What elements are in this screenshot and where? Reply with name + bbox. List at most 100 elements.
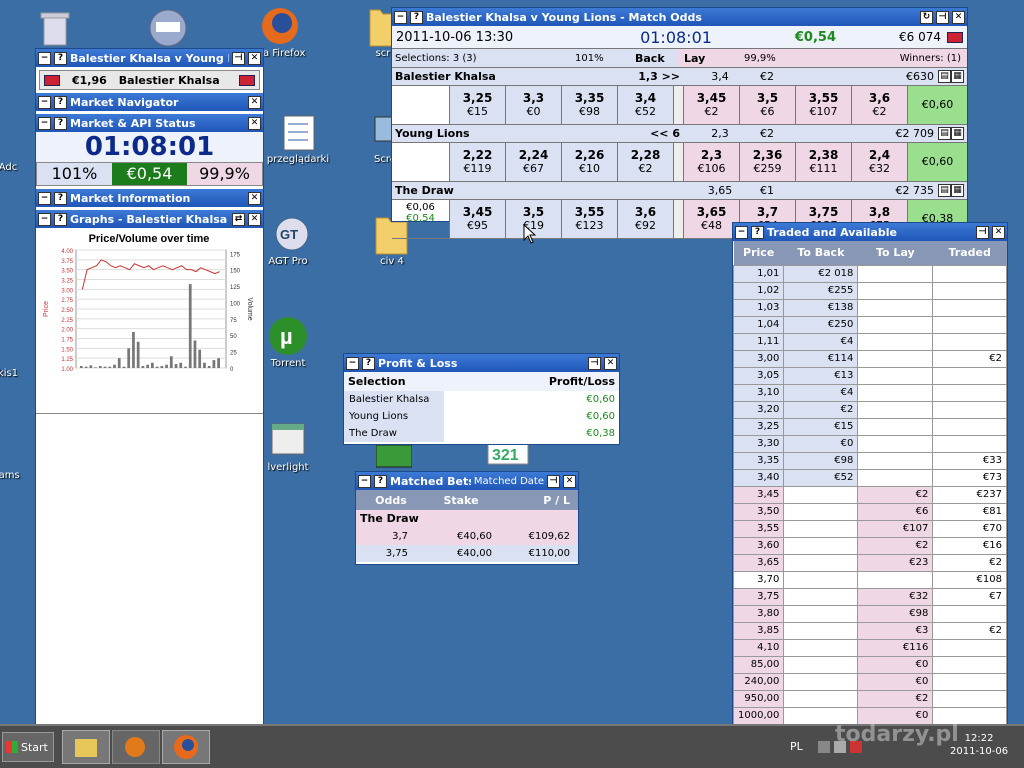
close-icon[interactable]: ✕ bbox=[248, 212, 261, 226]
help-icon[interactable]: ? bbox=[54, 212, 67, 226]
lay-price-cell[interactable]: 3,5 €6 bbox=[740, 86, 796, 124]
matched-date-toggle[interactable]: Matched Date bbox=[474, 476, 544, 487]
pin-icon[interactable]: ⇄ bbox=[232, 212, 245, 226]
pin-icon[interactable]: ⊣ bbox=[547, 474, 560, 488]
traded-row[interactable]: 3,20 €2 bbox=[733, 400, 1007, 419]
lay-price-cell[interactable]: 2,3 €106 bbox=[684, 143, 740, 181]
traded-row[interactable]: 3,30 €0 bbox=[733, 434, 1007, 453]
close-icon[interactable]: ✕ bbox=[248, 191, 261, 205]
back-price-cell[interactable]: 3,55 €123 bbox=[562, 200, 618, 238]
minimize-icon[interactable]: − bbox=[38, 51, 51, 65]
language-indicator[interactable]: PL bbox=[790, 740, 803, 753]
help-icon[interactable]: ? bbox=[362, 356, 375, 370]
pin-icon[interactable]: ⊣ bbox=[936, 10, 949, 24]
lay-price-cell[interactable]: 2,36 €259 bbox=[740, 143, 796, 181]
back-price-cell[interactable]: 2,24 €67 bbox=[506, 143, 562, 181]
minimize-icon[interactable]: − bbox=[38, 95, 51, 109]
traded-row[interactable]: 1,03 €138 bbox=[733, 298, 1007, 317]
pl-titlebar[interactable]: − ? Profit & Loss ⊣ ✕ bbox=[344, 354, 619, 372]
pin-icon[interactable]: ⊣ bbox=[976, 225, 989, 239]
back-price-cell[interactable]: 2,26 €10 bbox=[562, 143, 618, 181]
start-button[interactable]: Start bbox=[2, 732, 54, 762]
traded-row[interactable]: 3,25 €15 bbox=[733, 417, 1007, 436]
traded-row[interactable]: 3,65 €23 €2 bbox=[733, 553, 1007, 572]
left-panel-titlebar[interactable]: − ? Balestier Khalsa v Young Lions ⊣ ✕ bbox=[36, 49, 263, 67]
ladder-icon[interactable]: ▦ bbox=[951, 127, 964, 140]
traded-row[interactable]: 1,01 €2 018 bbox=[733, 264, 1007, 283]
back-price-cell[interactable]: 3,3 €0 bbox=[506, 86, 562, 124]
minimize-icon[interactable]: − bbox=[346, 356, 359, 370]
traded-row[interactable]: 3,10 €4 bbox=[733, 383, 1007, 402]
help-icon[interactable]: ? bbox=[54, 191, 67, 205]
mb-row[interactable]: 3,7 €40,60 €109,62 bbox=[356, 528, 578, 545]
close-icon[interactable]: ✕ bbox=[248, 51, 261, 65]
traded-row[interactable]: 1,11 €4 bbox=[733, 332, 1007, 351]
close-icon[interactable]: ✕ bbox=[604, 356, 617, 370]
desktop-icon-kis[interactable]: kis1 bbox=[0, 368, 36, 379]
runner-header[interactable]: Balestier Khalsa 1,3 >> 3,4 €2 €630 ▤ ▦ bbox=[392, 68, 967, 86]
back-price-cell[interactable]: 3,6 €92 bbox=[618, 200, 674, 238]
graphs-titlebar[interactable]: − ? Graphs - Balestier Khalsa ⇄ ✕ bbox=[36, 210, 263, 228]
lay-price-cell[interactable]: 3,6 €2 bbox=[852, 86, 908, 124]
traded-row[interactable]: 3,00 €114 €2 bbox=[733, 349, 1007, 368]
minimize-icon[interactable]: − bbox=[38, 191, 51, 205]
minimize-icon[interactable]: − bbox=[38, 116, 51, 130]
traded-row[interactable]: 3,55 €107 €70 bbox=[733, 519, 1007, 538]
market-info-titlebar[interactable]: − ? Market Information ✕ bbox=[36, 189, 263, 207]
traded-row[interactable]: 3,80 €98 bbox=[733, 604, 1007, 623]
traded-titlebar[interactable]: − ? Traded and Available ⊣ ✕ bbox=[733, 223, 1007, 241]
help-icon[interactable]: ? bbox=[374, 474, 387, 488]
close-icon[interactable]: ✕ bbox=[992, 225, 1005, 239]
lay-price-cell[interactable]: 3,45 €2 bbox=[684, 86, 740, 124]
runner-header[interactable]: The Draw 3,65 €1 €2 735 ▤ ▦ bbox=[392, 182, 967, 200]
desktop-icon-adc[interactable]: Adc bbox=[0, 162, 36, 173]
traded-row[interactable]: 3,05 €13 bbox=[733, 366, 1007, 385]
traded-row[interactable]: 3,70 €108 bbox=[733, 570, 1007, 589]
traded-row[interactable]: 85,00 €0 bbox=[733, 655, 1007, 674]
clock[interactable]: 12:22 2011-10-06 bbox=[950, 732, 1008, 758]
help-icon[interactable]: ? bbox=[410, 10, 423, 24]
traded-row[interactable]: 3,50 €6 €81 bbox=[733, 502, 1007, 521]
traded-row[interactable]: 4,10 €116 bbox=[733, 638, 1007, 657]
lay-price-cell[interactable]: 3,55 €107 bbox=[796, 86, 852, 124]
pin-icon[interactable]: ⊣ bbox=[588, 356, 601, 370]
help-icon[interactable]: ? bbox=[751, 225, 764, 239]
back-price-cell[interactable]: 3,35 €98 bbox=[562, 86, 618, 124]
network-icon[interactable] bbox=[818, 741, 830, 753]
desktop-icon-sams[interactable]: Sams bbox=[0, 470, 34, 481]
pin-icon[interactable]: ⊣ bbox=[232, 51, 245, 65]
chart-icon[interactable]: ▤ bbox=[938, 127, 951, 140]
runner-header[interactable]: Young Lions << 6 2,3 €2 €2 709 ▤ ▦ bbox=[392, 125, 967, 143]
close-icon[interactable]: ✕ bbox=[248, 116, 261, 130]
chart-icon[interactable]: ▤ bbox=[938, 184, 951, 197]
traded-row[interactable]: 3,85 €3 €2 bbox=[733, 621, 1007, 640]
back-price-cell[interactable]: 3,4 €52 bbox=[618, 86, 674, 124]
close-icon[interactable]: ✕ bbox=[248, 95, 261, 109]
taskbar-explorer[interactable] bbox=[62, 730, 110, 764]
traded-row[interactable]: 1,04 €250 bbox=[733, 315, 1007, 334]
help-icon[interactable]: ? bbox=[54, 51, 67, 65]
recycle-bin-icon[interactable] bbox=[15, 8, 95, 50]
traded-row[interactable]: 3,45 €2 €237 bbox=[733, 485, 1007, 504]
traded-row[interactable]: 3,35 €98 €33 bbox=[733, 451, 1007, 470]
minimize-icon[interactable]: − bbox=[394, 10, 407, 24]
back-price-cell[interactable]: 2,22 €119 bbox=[450, 143, 506, 181]
close-icon[interactable]: ✕ bbox=[563, 474, 576, 488]
taskbar-media[interactable] bbox=[112, 730, 160, 764]
help-icon[interactable]: ? bbox=[54, 116, 67, 130]
minimize-icon[interactable]: − bbox=[38, 212, 51, 226]
taskbar-firefox[interactable] bbox=[162, 730, 210, 764]
ladder-icon[interactable]: ▦ bbox=[951, 184, 964, 197]
matched-bets-titlebar[interactable]: − ? Matched Bets Matched Date ⊣ ✕ bbox=[356, 472, 578, 490]
lay-price-cell[interactable]: 2,4 €32 bbox=[852, 143, 908, 181]
traded-row[interactable]: 3,75 €32 €7 bbox=[733, 587, 1007, 606]
desktop-icon-browsers[interactable]: przeglądarki bbox=[258, 112, 338, 165]
market-navigator-titlebar[interactable]: − ? Market Navigator ✕ bbox=[36, 93, 263, 111]
ladder-icon[interactable]: ▦ bbox=[951, 70, 964, 83]
traded-row[interactable]: 3,60 €2 €16 bbox=[733, 536, 1007, 555]
refresh-icon[interactable]: ↻ bbox=[920, 10, 933, 24]
minimize-icon[interactable]: − bbox=[735, 225, 748, 239]
minimize-icon[interactable]: − bbox=[358, 474, 371, 488]
traded-row[interactable]: 1,02 €255 bbox=[733, 281, 1007, 300]
market-status-titlebar[interactable]: − ? Market & API Status ✕ bbox=[36, 114, 263, 132]
